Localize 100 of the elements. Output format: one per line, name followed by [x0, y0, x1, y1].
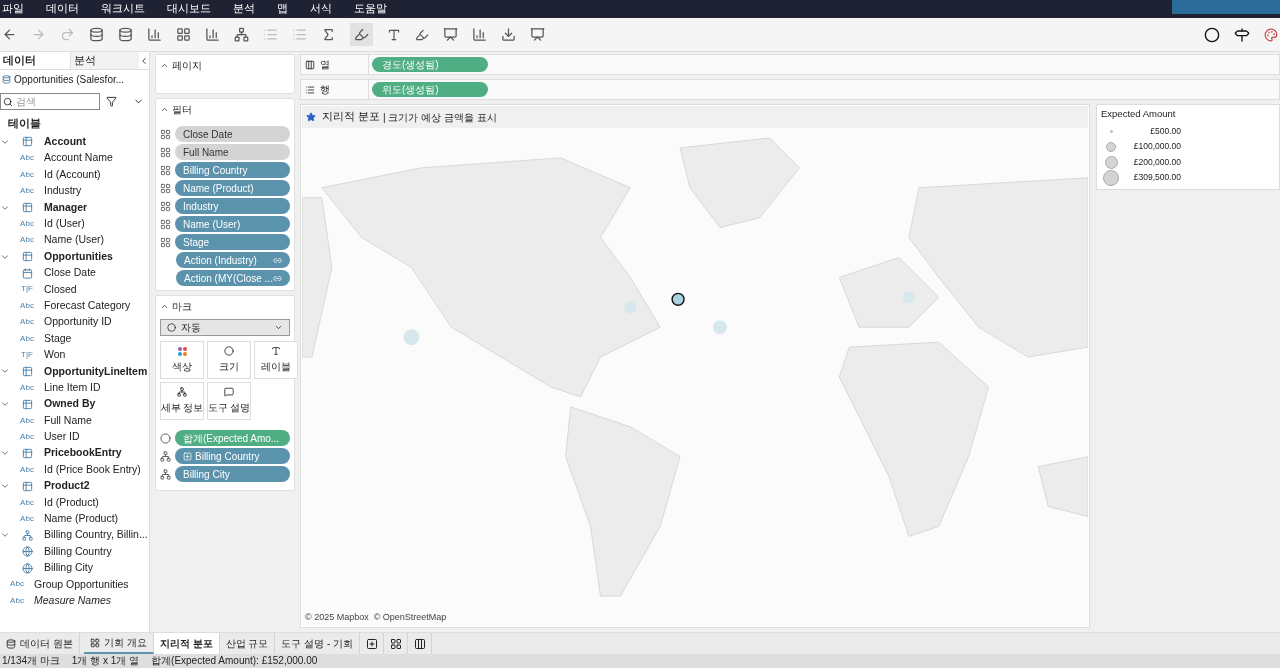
rows-icon	[305, 84, 315, 95]
field-name[interactable]: Industry	[44, 183, 82, 199]
type-label: Abc	[19, 299, 35, 312]
type-label: Abc	[19, 316, 35, 329]
collapse-icon[interactable]	[160, 61, 169, 70]
download-icon[interactable]	[501, 27, 516, 42]
menu-item[interactable]: 분석	[233, 1, 255, 17]
table-icon	[21, 251, 33, 263]
type-label: Abc	[19, 496, 35, 509]
table-icon	[21, 365, 33, 377]
menu-item[interactable]: 서식	[310, 1, 332, 17]
menu-item[interactable]: 도움말	[354, 1, 387, 17]
field-name[interactable]: User ID	[44, 429, 80, 445]
calendar-icon	[21, 267, 33, 279]
table-name[interactable]: Manager	[44, 199, 88, 216]
field-name[interactable]: Close Date	[44, 265, 96, 281]
filter-pill[interactable]: Full Name	[175, 144, 290, 160]
dropdown-icon	[274, 323, 283, 332]
field-name[interactable]: Line Item ID	[44, 379, 101, 396]
table-name[interactable]: Owned By	[44, 396, 96, 413]
link-icon	[273, 255, 282, 265]
type-label: T|F	[20, 349, 34, 361]
mark-property-button[interactable]: 도구 설명	[207, 382, 251, 420]
mark-type-dropdown[interactable]: 자동	[160, 319, 290, 336]
menu-item[interactable]: 워크시트	[101, 1, 145, 17]
back-icon[interactable]	[2, 27, 17, 42]
collapse-icon[interactable]	[160, 302, 169, 311]
pen-icon[interactable]	[415, 27, 429, 42]
table-name[interactable]: Account	[44, 134, 86, 150]
collapse-icon[interactable]	[160, 105, 169, 114]
legend-label: £100,000.00	[1132, 140, 1181, 153]
field-name[interactable]: Forecast Category	[44, 297, 131, 314]
palette-icon[interactable]	[1264, 27, 1278, 42]
field-name[interactable]: Id (User)	[44, 216, 85, 232]
field-name[interactable]: Id (Account)	[44, 166, 101, 183]
menu-item[interactable]: 맵	[277, 1, 288, 17]
table-icon	[21, 202, 33, 213]
type-label: Abc	[19, 217, 35, 230]
filter-pill[interactable]: Close Date	[175, 126, 290, 142]
menu-item[interactable]: 파일	[2, 1, 24, 17]
type-label: Abc	[19, 332, 35, 345]
mark-property-button[interactable]: 색상	[160, 341, 204, 379]
highlighter-icon[interactable]	[350, 23, 373, 46]
link-icon	[273, 273, 282, 283]
mark-property-button[interactable]: 크기	[207, 341, 251, 379]
type-label: Abc	[9, 578, 25, 591]
status-text: 합계(Expected Amount): £152,000.00	[151, 656, 318, 666]
sheet-tab[interactable]: 지리적 분포	[153, 633, 220, 654]
field-name[interactable]: Full Name	[44, 412, 92, 429]
mark-property-button[interactable]: 레이블	[254, 341, 298, 379]
type-label: Abc	[9, 594, 25, 607]
field-name[interactable]: Closed	[44, 281, 77, 298]
legend-label: £200,000.00	[1132, 155, 1181, 169]
detail-icon	[160, 468, 171, 480]
hierarchy-icon	[21, 529, 33, 541]
card-title: 페이지	[172, 59, 202, 73]
menu-item[interactable]: 대시보드	[167, 1, 211, 17]
signpost-icon[interactable]	[1234, 26, 1250, 43]
mark-property-button[interactable]: 세부 정보	[160, 382, 204, 420]
text-icon[interactable]	[387, 27, 401, 42]
field-name[interactable]: Won	[44, 347, 66, 363]
field-name[interactable]: Group Opportunities	[34, 576, 129, 593]
view-title: 지리적 분포	[322, 109, 380, 125]
type-label: Abc	[19, 512, 35, 525]
shelf-label: 행	[320, 83, 330, 97]
field-name[interactable]: Id (Price Book Entry)	[44, 461, 141, 478]
search-field[interactable]: 검색	[16, 94, 96, 109]
field-name[interactable]: Measure Names	[34, 593, 112, 609]
section-heading: 테이블	[7, 116, 42, 131]
filter-icon[interactable]	[106, 96, 117, 107]
field-name[interactable]: Billing City	[44, 560, 93, 576]
field-name[interactable]: Id (Product)	[44, 494, 99, 511]
field-name[interactable]: Name (Product)	[44, 511, 119, 527]
menu-item[interactable]: 데이터	[46, 1, 79, 17]
table-name[interactable]: Opportunities	[44, 248, 113, 265]
field-name[interactable]: Billing Country	[44, 543, 112, 560]
type-label: Abc	[19, 414, 35, 427]
field-name[interactable]: Account Name	[44, 150, 113, 167]
data-source-name[interactable]: Opportunities (Salesfor...	[14, 71, 125, 87]
search-box[interactable]: 검색	[0, 93, 100, 110]
card-title: 마크	[172, 300, 192, 314]
field-name[interactable]: Billing Country, Billin...	[44, 527, 148, 544]
table-name[interactable]: PricebookEntry	[44, 445, 122, 462]
speech-bubble-icon	[224, 387, 234, 397]
field-name[interactable]: Stage	[44, 330, 72, 347]
table-icon	[21, 398, 33, 410]
pane-tab[interactable]: 분석	[69, 52, 139, 69]
database-icon	[6, 638, 16, 649]
table-name[interactable]: Product2	[44, 478, 90, 494]
presentation-icon[interactable]	[530, 27, 545, 42]
detail-icon	[177, 387, 187, 397]
size-icon	[224, 346, 234, 356]
field-name[interactable]: Opportunity ID	[44, 314, 112, 331]
status-text: 1개 행 x 1개 열	[71, 656, 140, 666]
globe-icon	[21, 562, 33, 574]
field-name[interactable]: Name (User)	[44, 232, 105, 249]
type-label: Abc	[19, 430, 35, 443]
sigma-icon[interactable]	[321, 27, 336, 42]
table-icon	[21, 136, 33, 148]
table-name[interactable]: OpportunityLineItem	[44, 363, 148, 380]
